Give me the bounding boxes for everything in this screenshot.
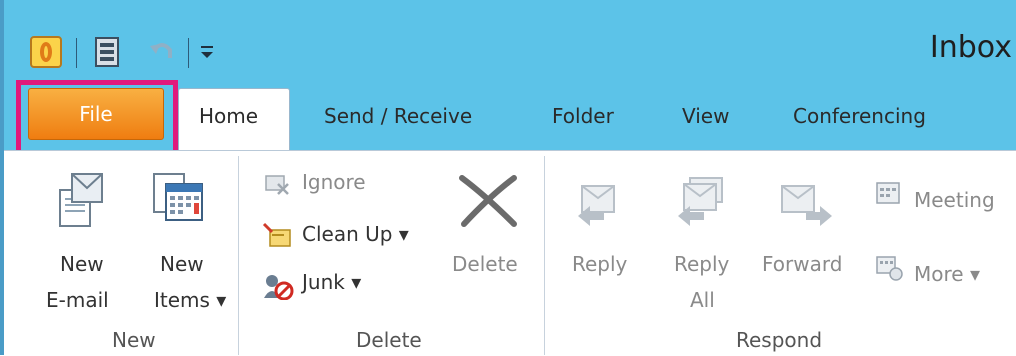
- tab-send-receive[interactable]: Send / Receive: [324, 104, 472, 128]
- clean-up-icon[interactable]: [262, 222, 294, 248]
- group-label-new: New: [112, 328, 156, 352]
- meeting-label[interactable]: Meeting: [914, 188, 995, 212]
- delete-label[interactable]: Delete: [452, 252, 518, 276]
- qat-separator: [76, 38, 77, 68]
- qat-separator: [188, 38, 189, 68]
- ignore-label[interactable]: Ignore: [302, 170, 366, 194]
- quick-access-toolbar: Inbox: [0, 0, 1016, 82]
- tab-conferencing[interactable]: Conferencing: [793, 104, 926, 128]
- tab-view[interactable]: View: [682, 104, 729, 128]
- new-items-label-1[interactable]: New: [160, 252, 204, 276]
- reply-all-label-2[interactable]: All: [690, 288, 715, 312]
- group-label-delete: Delete: [356, 328, 422, 352]
- forward-icon[interactable]: [778, 176, 836, 226]
- new-email-label-2[interactable]: E-mail: [46, 288, 109, 312]
- window-title: Inbox: [929, 30, 1012, 65]
- tab-folder[interactable]: Folder: [552, 104, 614, 128]
- customize-qat-icon[interactable]: [198, 36, 218, 68]
- new-email-label-1[interactable]: New: [60, 252, 104, 276]
- send-receive-icon[interactable]: [92, 36, 122, 68]
- meeting-icon[interactable]: [874, 180, 904, 206]
- tab-home-label[interactable]: Home: [199, 104, 258, 128]
- more-respond-label[interactable]: More ▾: [914, 262, 980, 286]
- undo-icon[interactable]: [146, 36, 176, 68]
- clean-up-label[interactable]: Clean Up ▾: [302, 222, 409, 246]
- junk-label[interactable]: Junk ▾: [302, 270, 361, 294]
- ignore-icon[interactable]: [262, 172, 292, 196]
- reply-icon[interactable]: [574, 176, 632, 226]
- delete-icon[interactable]: [456, 172, 520, 228]
- group-separator: [238, 156, 239, 355]
- forward-label[interactable]: Forward: [762, 252, 842, 276]
- new-email-icon[interactable]: [54, 170, 106, 228]
- group-separator: [544, 156, 545, 355]
- new-items-icon[interactable]: [150, 170, 206, 228]
- reply-all-label-1[interactable]: Reply: [674, 252, 729, 276]
- outlook-app-icon[interactable]: [30, 36, 62, 68]
- reply-label[interactable]: Reply: [572, 252, 627, 276]
- reply-all-icon[interactable]: [674, 172, 736, 226]
- junk-icon[interactable]: [262, 272, 294, 300]
- new-items-label-2[interactable]: Items ▾: [154, 288, 226, 312]
- group-label-respond: Respond: [736, 328, 823, 352]
- more-respond-icon[interactable]: [874, 254, 904, 282]
